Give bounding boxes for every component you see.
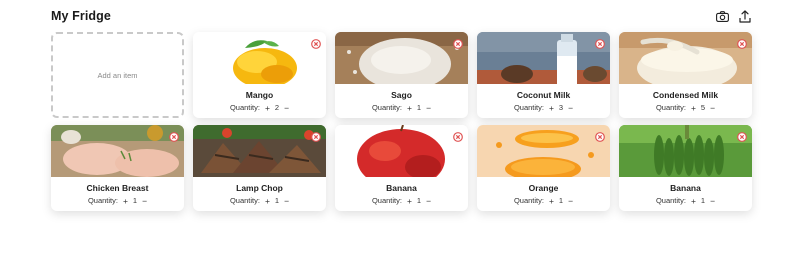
chicken-breast-image [51,125,184,177]
item-card[interactable]: Sago Quantity: + 1 − [335,32,468,118]
coconut-milk-image [477,32,610,84]
page-title: My Fridge [51,9,111,23]
remove-icon[interactable] [737,129,747,142]
remove-icon[interactable] [737,36,747,49]
quantity-stepper: Quantity: + 3 − [477,103,610,112]
item-name: Coconut Milk [516,90,571,100]
quantity-value: 1 [274,196,280,205]
increment-button[interactable]: + [549,103,554,112]
decrement-button[interactable]: − [710,196,715,205]
item-name: Condensed Milk [652,90,719,100]
decrement-button[interactable]: − [284,196,289,205]
increment-button[interactable]: + [265,103,270,112]
quantity-value: 5 [700,103,706,112]
remove-icon[interactable] [169,129,179,142]
quantity-label: Quantity: [371,103,402,112]
quantity-label: Quantity: [87,196,118,205]
decrement-button[interactable]: − [568,196,573,205]
share-icon[interactable] [738,9,752,23]
banana-image [619,125,752,177]
decrement-button[interactable]: − [284,103,289,112]
remove-icon[interactable] [453,36,463,49]
quantity-stepper: Quantity: + 5 − [619,103,752,112]
quantity-label: Quantity: [229,103,260,112]
quantity-label: Quantity: [371,196,402,205]
quantity-value: 3 [558,103,564,112]
increment-button[interactable]: + [407,103,412,112]
item-card[interactable]: Lamp Chop Quantity: + 1 − [193,125,326,211]
item-name: Banana [386,183,417,193]
increment-button[interactable]: + [691,196,696,205]
remove-icon[interactable] [595,129,605,142]
item-card[interactable]: Coconut Milk Quantity: + 3 − [477,32,610,118]
item-name: Chicken Breast [86,183,149,193]
item-card[interactable]: Mango Quantity: + 2 − [193,32,326,118]
increment-button[interactable]: + [123,196,128,205]
item-card[interactable]: Chicken Breast Quantity: + 1 − [51,125,184,211]
increment-button[interactable]: + [407,196,412,205]
decrement-button[interactable]: − [142,196,147,205]
mango-image [193,32,326,84]
increment-button[interactable]: + [265,196,270,205]
item-card[interactable]: Banana Quantity: + 1 − [335,125,468,211]
item-name: Sago [391,90,412,100]
apple-image [335,125,468,177]
item-card[interactable]: Orange Quantity: + 1 − [477,125,610,211]
item-card[interactable]: Condensed Milk Quantity: + 5 − [619,32,752,118]
quantity-label: Quantity: [513,103,544,112]
item-name: Lamp Chop [236,183,283,193]
lamb-chop-image [193,125,326,177]
condensed-milk-image [619,32,752,84]
quantity-value: 1 [700,196,706,205]
quantity-label: Quantity: [655,196,686,205]
quantity-value: 1 [558,196,564,205]
quantity-label: Quantity: [513,196,544,205]
sago-image [335,32,468,84]
quantity-value: 2 [274,103,280,112]
add-item-label: Add an item [97,70,138,80]
item-card[interactable]: Banana Quantity: + 1 − [619,125,752,211]
decrement-button[interactable]: − [426,103,431,112]
remove-icon[interactable] [311,36,321,49]
item-grid: Add an item Mango Quantity: + 2 − Sago Q… [51,32,752,211]
increment-button[interactable]: + [549,196,554,205]
quantity-stepper: Quantity: + 2 − [193,103,326,112]
quantity-stepper: Quantity: + 1 − [51,196,184,205]
quantity-stepper: Quantity: + 1 − [335,103,468,112]
item-name: Orange [528,183,559,193]
item-name: Banana [670,183,701,193]
quantity-value: 1 [416,196,422,205]
add-item-tile[interactable]: Add an item [51,32,184,118]
camera-icon[interactable] [715,9,729,23]
quantity-stepper: Quantity: + 1 − [193,196,326,205]
remove-icon[interactable] [311,129,321,142]
decrement-button[interactable]: − [426,196,431,205]
remove-icon[interactable] [453,129,463,142]
quantity-stepper: Quantity: + 1 − [335,196,468,205]
quantity-label: Quantity: [229,196,260,205]
quantity-value: 1 [132,196,138,205]
quantity-stepper: Quantity: + 1 − [619,196,752,205]
increment-button[interactable]: + [691,103,696,112]
orange-image [477,125,610,177]
decrement-button[interactable]: − [568,103,573,112]
quantity-value: 1 [416,103,422,112]
decrement-button[interactable]: − [710,103,715,112]
item-name: Mango [245,90,274,100]
remove-icon[interactable] [595,36,605,49]
quantity-stepper: Quantity: + 1 − [477,196,610,205]
quantity-label: Quantity: [655,103,686,112]
